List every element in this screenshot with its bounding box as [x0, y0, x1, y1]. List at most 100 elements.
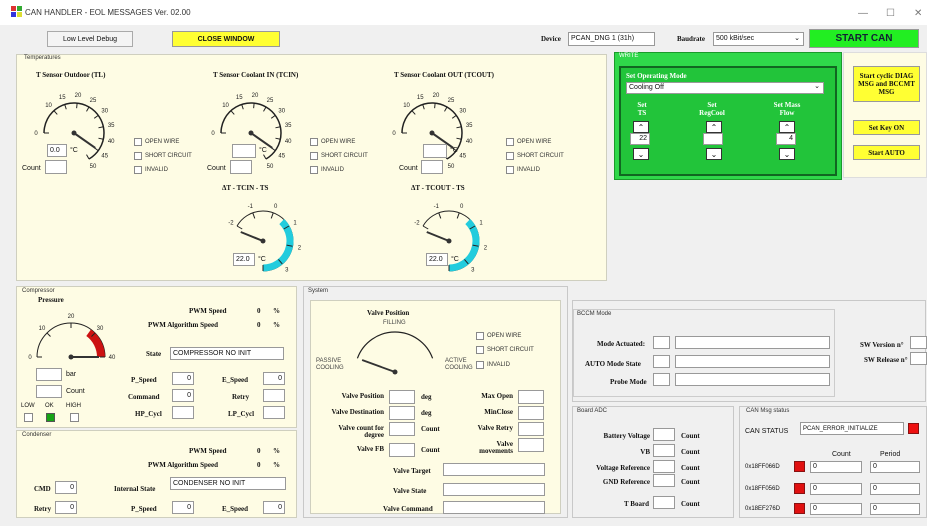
gauge-tick-label: 30: [97, 326, 104, 332]
set-ts-label: Set TS: [637, 101, 647, 117]
valve-command-label: Valve Command: [383, 505, 433, 513]
sys-right-field: [518, 390, 544, 404]
temperatures-group-label: Temperatures: [24, 55, 61, 61]
gauge-tick-label: 30: [459, 109, 466, 115]
chevron-down-icon: ⌄: [637, 149, 645, 159]
comp-pwm-alg-unit: %: [273, 321, 280, 329]
gauge-tick: [456, 212, 460, 219]
can-msg-id: 0x18EF276D: [745, 506, 781, 512]
gauge-tick-label: -2: [414, 221, 420, 227]
gauge-tick-label: 45: [459, 153, 466, 159]
regcool-value-field[interactable]: [703, 133, 723, 145]
adc-row-field: [653, 460, 675, 473]
tcin-open-wire: OPEN WIRE: [310, 138, 355, 146]
cond-internal-state-label: Internal State: [114, 485, 156, 493]
dt-out-value-field: 22.0: [426, 253, 448, 266]
mode-actuated-label: Mode Actuated:: [597, 340, 646, 348]
ts-value-field[interactable]: 22: [630, 133, 650, 145]
gauge-tick-label: 20: [75, 93, 82, 99]
gauge-tick-label: 25: [448, 98, 455, 104]
ts-down-button[interactable]: ⌄: [633, 148, 649, 160]
cond-pwm-speed-unit: %: [273, 447, 280, 455]
gauge-hub: [68, 354, 74, 360]
can-msg-period: 0: [870, 503, 920, 515]
gauge-tick-label: 40: [285, 139, 292, 145]
pressure-bar-field: [36, 368, 62, 381]
valve-state-field: [443, 483, 545, 496]
gauge-tick-label: 2: [298, 245, 302, 251]
tcout-open-wire: OPEN WIRE: [506, 138, 551, 146]
valve-state-label: Valve State: [393, 487, 427, 495]
gauge-needle: [426, 231, 450, 242]
sw-release-label: SW Release n°: [864, 356, 908, 364]
sys-right-field: [518, 406, 544, 420]
gauge-tick-label: 10: [222, 103, 229, 109]
chevron-down-icon: ⌄: [710, 149, 718, 159]
minimize-icon[interactable]: —: [858, 8, 868, 19]
adc-row-count: Count: [681, 478, 700, 486]
comp-command-field: 0: [172, 389, 194, 402]
set-key-on-button[interactable]: Set Key ON: [853, 120, 920, 135]
gauge-tick: [93, 114, 99, 119]
sys-right-field: [518, 438, 544, 452]
start-auto-button[interactable]: Start AUTO: [853, 145, 920, 160]
active-cooling-label: ACTIVE COOLING: [445, 358, 473, 371]
massflow-value-field[interactable]: 4: [776, 133, 796, 145]
gauge-tick-label: 35: [285, 123, 292, 129]
tl-invalid: INVALID: [134, 166, 168, 174]
adc-row-count: Count: [681, 432, 700, 440]
board-adc-group-label: Board ADC: [577, 408, 608, 414]
comp-hp-cycl-label: HP_Cycl: [135, 410, 162, 418]
adc-row-label: VB: [640, 448, 650, 456]
cond-p-speed-field: 0: [172, 501, 194, 514]
ts-up-button[interactable]: ⌃: [633, 121, 649, 133]
passive-cooling-label: PASSIVE COOLING: [316, 358, 344, 371]
tcout-count-field: [421, 160, 443, 174]
low-level-debug-button[interactable]: Low Level Debug: [47, 31, 133, 47]
gauge-tick-label: 35: [108, 123, 115, 129]
comp-state-field: COMPRESSOR NO INIT: [170, 347, 284, 360]
baudrate-select[interactable]: 500 kBit/sec ⌄: [713, 32, 804, 46]
regcool-up-button[interactable]: ⌃: [706, 121, 722, 133]
maximize-icon[interactable]: ☐: [886, 8, 895, 19]
gauge-tick-label: 15: [59, 95, 66, 101]
mode-select[interactable]: Cooling Off ⌄: [626, 82, 824, 94]
gauge-tick: [411, 110, 416, 115]
gauge-tick: [270, 212, 274, 219]
close-icon[interactable]: ✕: [914, 8, 922, 19]
gauge-tick-label: 3: [471, 267, 475, 273]
start-can-button[interactable]: START CAN: [809, 29, 919, 48]
gauge-hub: [446, 238, 452, 244]
device-field[interactable]: PCAN_DNG 1 (31h): [568, 32, 655, 46]
valve-command-field: [443, 501, 545, 514]
valve-target-label: Valve Target: [393, 467, 431, 475]
cond-e-speed-label: E_Speed: [222, 505, 249, 513]
gauge-hub: [71, 130, 77, 136]
regcool-down-button[interactable]: ⌄: [706, 148, 722, 160]
close-window-button[interactable]: CLOSE WINDOW: [172, 31, 280, 47]
chevron-down-icon: ⌄: [794, 35, 800, 42]
auto-mode-state-field-1: [653, 355, 670, 368]
gauge-tick-label: -1: [434, 204, 440, 210]
can-msg-led: [794, 503, 805, 514]
valve-gauge: [356, 331, 434, 375]
comp-lp-cycl-field: [263, 406, 285, 419]
gauge-hub: [392, 369, 398, 375]
set-regcool-label: Set RegCool: [699, 101, 725, 117]
cond-cmd-label: CMD: [34, 485, 51, 493]
gauge-tick-label: 1: [293, 221, 297, 227]
massflow-down-button[interactable]: ⌄: [779, 148, 795, 160]
gauge-tick: [456, 137, 462, 140]
period-header: Period: [880, 451, 901, 458]
gauge-tick-label: 2: [484, 245, 488, 251]
baudrate-value: 500 kBit/sec: [716, 35, 755, 42]
cond-retry-label: Retry: [34, 505, 52, 513]
start-cyclic-button[interactable]: Start cyclic DIAG MSG and BCCMT MSG: [853, 66, 920, 102]
gauge-arc: [356, 331, 434, 359]
gauge-tick: [434, 103, 436, 109]
massflow-up-button[interactable]: ⌃: [779, 121, 795, 133]
gauge-tick: [456, 126, 462, 129]
probe-mode-field-2: [675, 373, 830, 386]
sys-row-field: [389, 406, 415, 420]
t-board-count: Count: [681, 500, 700, 508]
